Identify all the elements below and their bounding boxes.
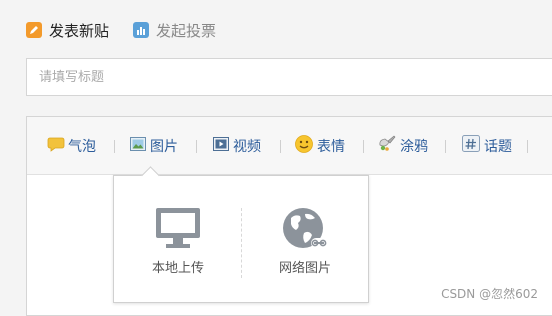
smiley-icon — [294, 134, 314, 158]
toolbar-doodle-label: 涂鸦 — [400, 139, 428, 155]
toolbar-image-button[interactable]: 图片 — [129, 135, 178, 157]
monitor-icon — [128, 206, 228, 250]
picture-icon — [129, 135, 147, 157]
toolbar-emoji-button[interactable]: 表情 — [294, 135, 345, 157]
toolbar-topic-label: 话题 — [484, 139, 512, 155]
web-image-option[interactable]: 网络图片 — [255, 206, 355, 286]
toolbar-bubble-label: 气泡 — [68, 139, 96, 155]
popup-divider — [241, 208, 242, 278]
toolbar-divider — [196, 140, 197, 153]
hashtag-icon — [461, 134, 481, 158]
toolbar-bubble-button[interactable]: 气泡 — [47, 135, 96, 157]
edit-icon — [26, 22, 42, 38]
toolbar-divider — [363, 140, 364, 153]
watermark: CSDN @忽然602 — [441, 287, 538, 301]
editor-toolbar: 气泡 图片 视频 表情 涂鸦 话题 — [27, 117, 552, 175]
web-image-label: 网络图片 — [278, 261, 331, 276]
toolbar-doodle-button[interactable]: 涂鸦 — [377, 135, 428, 157]
toolbar-video-label: 视频 — [233, 139, 261, 155]
toolbar-image-label: 图片 — [150, 139, 178, 155]
title-input[interactable] — [26, 58, 552, 96]
local-upload-label: 本地上传 — [151, 261, 204, 276]
toolbar-divider — [527, 140, 528, 153]
toolbar-video-button[interactable]: 视频 — [212, 135, 261, 157]
tab-new-post-label: 发表新贴 — [49, 21, 110, 40]
tab-start-vote-label: 发起投票 — [156, 21, 217, 40]
image-upload-popup: 本地上传 网络图片 — [113, 166, 369, 303]
toolbar-divider — [280, 140, 281, 153]
toolbar-divider — [114, 140, 115, 153]
toolbar-emoji-label: 表情 — [317, 139, 345, 155]
paint-brush-icon — [377, 134, 397, 158]
bar-chart-icon — [133, 22, 150, 38]
local-upload-option[interactable]: 本地上传 — [128, 206, 228, 286]
globe-link-icon — [255, 206, 355, 250]
toolbar-divider — [445, 140, 446, 153]
tab-new-post[interactable]: 发表新贴 — [26, 20, 109, 41]
tab-start-vote[interactable]: 发起投票 — [133, 20, 216, 41]
speech-bubble-icon — [47, 135, 65, 157]
post-type-tabs: 发表新贴 发起投票 — [26, 18, 240, 42]
toolbar-topic-button[interactable]: 话题 — [461, 135, 512, 157]
video-icon — [212, 135, 230, 157]
